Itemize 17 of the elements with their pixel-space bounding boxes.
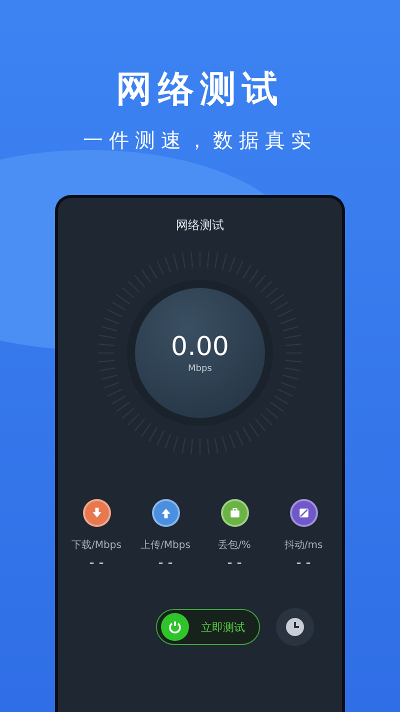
speed-value: 0.00 — [171, 332, 229, 362]
speed-unit: Mbps — [188, 364, 212, 374]
stat-value: - - — [89, 555, 104, 571]
stat-value: - - — [158, 555, 173, 571]
stat-label: 上传/Mbps — [140, 539, 190, 553]
power-icon — [161, 613, 189, 641]
screen-title: 网络测试 — [176, 217, 224, 233]
start-test-button[interactable]: 立即测试 — [156, 609, 260, 645]
stat-label: 丢包/% — [218, 539, 251, 553]
stat-value: - - — [227, 555, 242, 571]
stat-label: 抖动/ms — [284, 539, 323, 553]
clock-icon — [285, 617, 305, 637]
stat-label: 下载/Mbps — [72, 539, 122, 553]
tagline: 一件测速，数据真实 — [83, 127, 317, 154]
stat-value: - - — [296, 555, 311, 571]
history-button[interactable] — [276, 608, 314, 646]
headline: 网络测试 — [116, 68, 284, 112]
